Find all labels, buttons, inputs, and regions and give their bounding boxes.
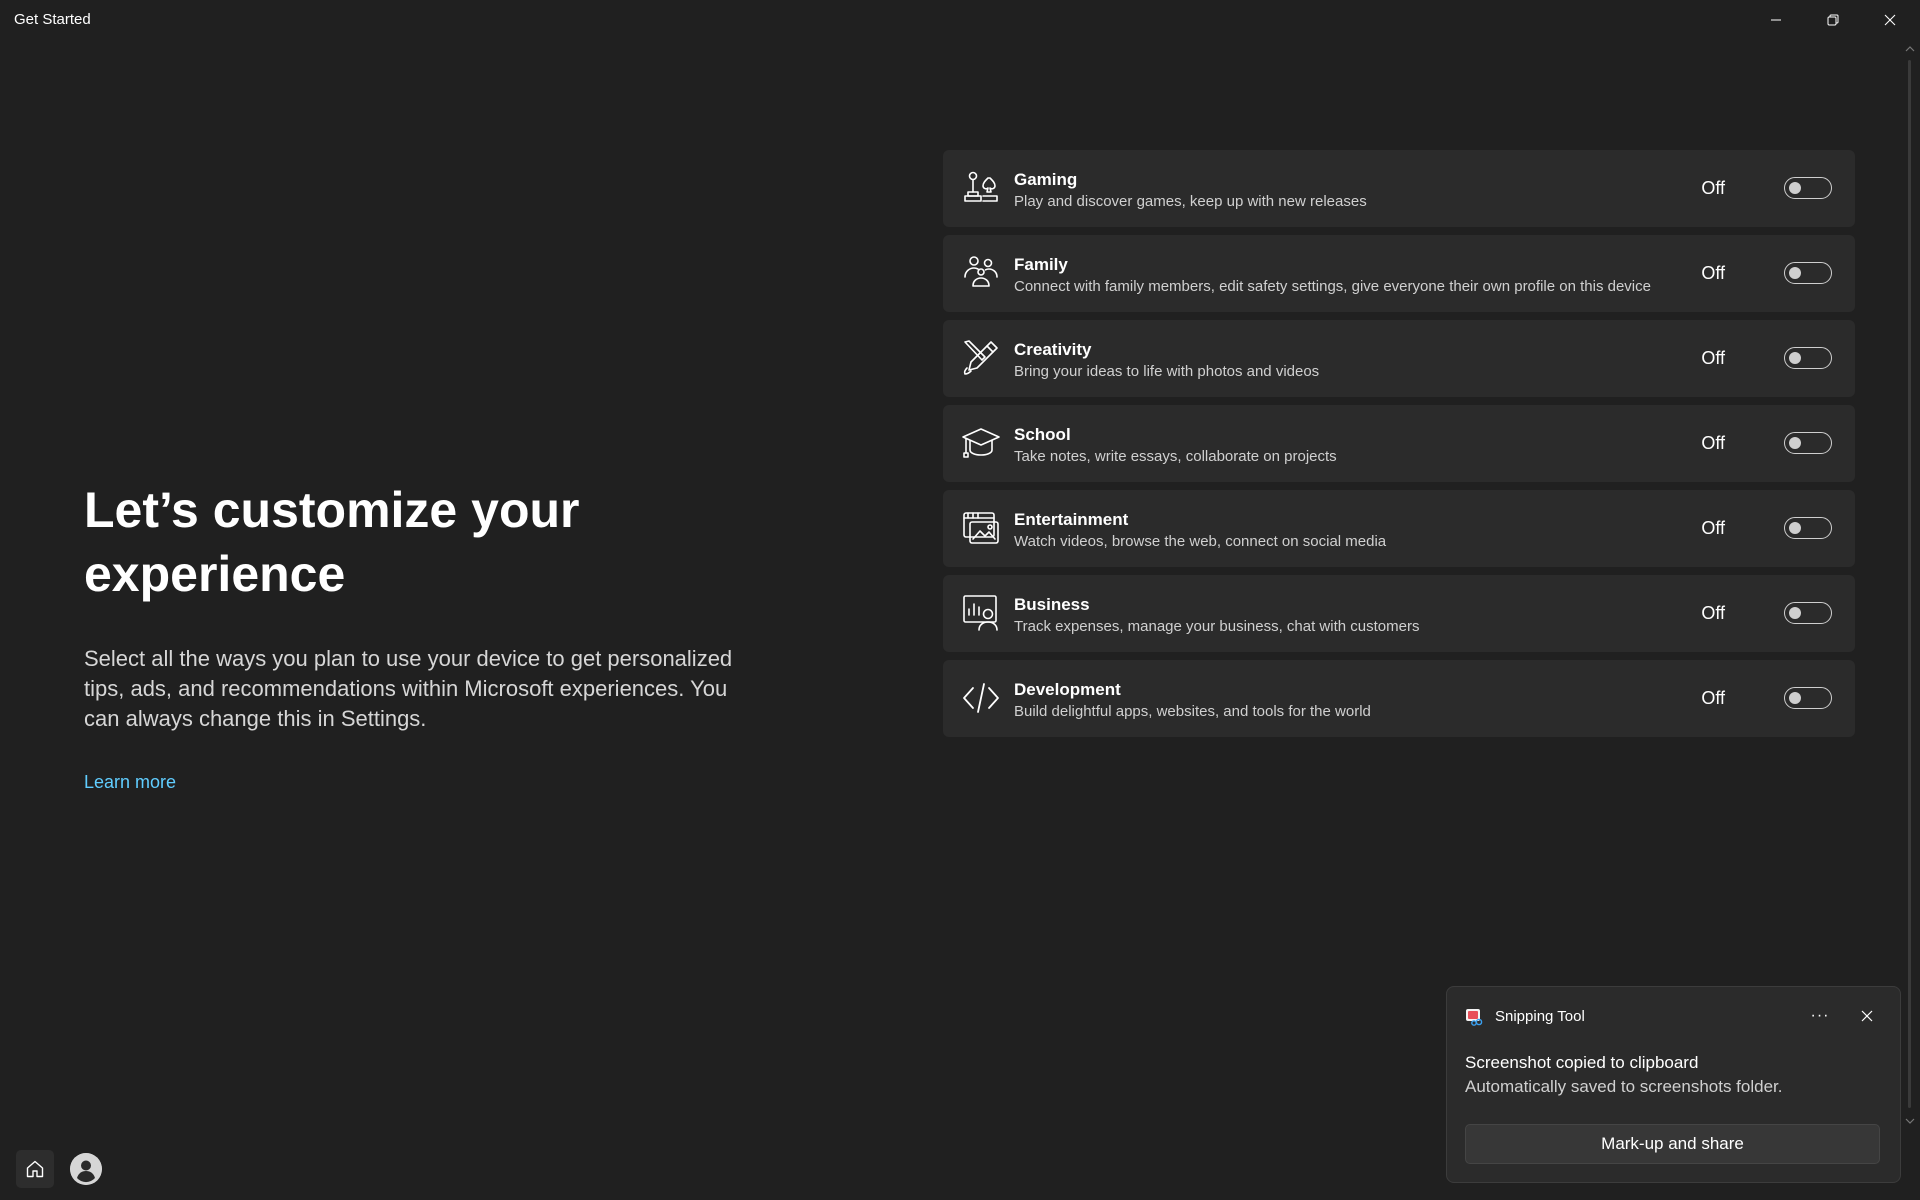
option-description: Connect with family members, edit safety…	[1014, 278, 1651, 295]
scroll-up-icon[interactable]	[1905, 44, 1915, 54]
development-icon	[961, 678, 1001, 718]
toggle-state-label: Off	[1701, 178, 1725, 198]
toast-more-button[interactable]: ···	[1805, 1001, 1835, 1031]
minimize-icon	[1771, 19, 1781, 21]
business-icon	[961, 593, 1001, 633]
close-window-button[interactable]	[1862, 0, 1918, 40]
toggle-knob	[1789, 266, 1801, 279]
toggle-state-label: Off	[1701, 688, 1725, 708]
toggle-state-label: Off	[1701, 348, 1725, 368]
snipping-tool-notification[interactable]: Snipping Tool ··· Screenshot copied to c…	[1446, 986, 1901, 1183]
account-avatar[interactable]	[70, 1153, 102, 1185]
person-icon	[70, 1153, 102, 1185]
option-title: Creativity	[1014, 340, 1092, 359]
toggle-state-label: Off	[1701, 433, 1725, 453]
snipping-tool-icon	[1466, 1009, 1483, 1026]
option-card-gaming[interactable]: Gaming Play and discover games, keep up …	[943, 150, 1855, 227]
mark-up-and-share-button[interactable]: Mark-up and share	[1465, 1124, 1880, 1164]
toggle-state-label: Off	[1701, 603, 1725, 623]
option-title: Entertainment	[1014, 510, 1129, 529]
option-description: Bring your ideas to life with photos and…	[1014, 363, 1320, 380]
restore-button[interactable]	[1805, 0, 1861, 40]
toggle-state-label: Off	[1701, 263, 1725, 283]
toggle-knob	[1789, 181, 1801, 194]
window-title: Get Started	[14, 11, 91, 28]
option-description: Build delightful apps, websites, and too…	[1014, 703, 1371, 720]
option-description: Take notes, write essays, collaborate on…	[1014, 448, 1337, 465]
toggle-knob	[1789, 351, 1801, 364]
option-title: School	[1014, 425, 1071, 444]
creativity-icon	[961, 338, 1001, 378]
home-icon	[26, 1160, 44, 1178]
family-toggle[interactable]	[1784, 262, 1832, 284]
toggle-knob	[1789, 691, 1801, 704]
option-description: Play and discover games, keep up with ne…	[1014, 193, 1367, 210]
title-bar: Get Started	[0, 0, 1920, 40]
page-title: Let’s customize your experience	[84, 482, 580, 602]
toggle-state-label: Off	[1701, 518, 1725, 538]
vertical-scrollbar[interactable]	[1900, 40, 1920, 1140]
toast-close-button[interactable]	[1852, 1001, 1882, 1031]
option-description: Track expenses, manage your business, ch…	[1014, 618, 1420, 635]
restore-icon	[1827, 14, 1839, 26]
option-title: Gaming	[1014, 170, 1078, 189]
development-toggle[interactable]	[1784, 687, 1832, 709]
usage-options-list: Gaming Play and discover games, keep up …	[943, 150, 1855, 745]
option-card-family[interactable]: Family Connect with family members, edit…	[943, 235, 1855, 312]
school-icon	[961, 423, 1001, 463]
page-description: Select all the ways you plan to use your…	[84, 646, 733, 731]
toggle-knob	[1789, 521, 1801, 534]
option-title: Family	[1014, 255, 1068, 274]
get-started-window: Get Started Let’s customize your experie…	[0, 0, 1920, 1200]
entertainment-toggle[interactable]	[1784, 517, 1832, 539]
school-toggle[interactable]	[1784, 432, 1832, 454]
toast-heading: Screenshot copied to clipboard	[1465, 1053, 1699, 1072]
toast-app-name: Snipping Tool	[1495, 1008, 1585, 1025]
scrollbar-track[interactable]	[1908, 60, 1911, 1108]
scroll-down-icon[interactable]	[1905, 1116, 1915, 1126]
toggle-knob	[1789, 436, 1801, 449]
gaming-toggle[interactable]	[1784, 177, 1832, 199]
option-title: Business	[1014, 595, 1090, 614]
learn-more-link[interactable]: Learn more	[84, 772, 176, 793]
home-button[interactable]	[16, 1150, 54, 1188]
family-icon	[961, 253, 1001, 293]
creativity-toggle[interactable]	[1784, 347, 1832, 369]
gaming-icon	[961, 168, 1001, 208]
close-icon	[1884, 14, 1896, 26]
toast-body: Automatically saved to screenshots folde…	[1465, 1077, 1783, 1096]
option-card-entertainment[interactable]: Entertainment Watch videos, browse the w…	[943, 490, 1855, 567]
option-card-development[interactable]: Development Build delightful apps, websi…	[943, 660, 1855, 737]
toggle-knob	[1789, 606, 1801, 619]
more-options-icon: ···	[1810, 1007, 1830, 1024]
option-title: Development	[1014, 680, 1121, 699]
minimize-button[interactable]	[1748, 0, 1804, 40]
option-description: Watch videos, browse the web, connect on…	[1014, 533, 1387, 550]
business-toggle[interactable]	[1784, 602, 1832, 624]
option-card-creativity[interactable]: Creativity Bring your ideas to life with…	[943, 320, 1855, 397]
option-card-school[interactable]: School Take notes, write essays, collabo…	[943, 405, 1855, 482]
option-card-business[interactable]: Business Track expenses, manage your bus…	[943, 575, 1855, 652]
entertainment-icon	[961, 508, 1001, 548]
close-icon	[1861, 1010, 1873, 1022]
